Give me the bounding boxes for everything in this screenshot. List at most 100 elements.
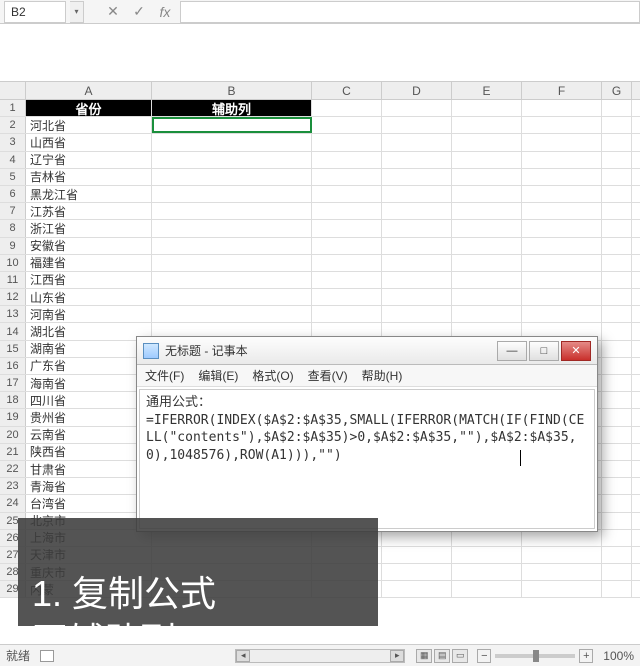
cell[interactable]	[452, 152, 522, 168]
minimize-button[interactable]: —	[497, 341, 527, 361]
row-header[interactable]: 19	[0, 409, 26, 425]
row-header[interactable]: 6	[0, 186, 26, 202]
cell[interactable]	[382, 117, 452, 133]
cell[interactable]	[602, 289, 632, 305]
cell[interactable]	[522, 100, 602, 116]
cell[interactable]	[522, 306, 602, 322]
cell[interactable]	[312, 306, 382, 322]
row-header[interactable]: 8	[0, 220, 26, 236]
cell[interactable]	[382, 100, 452, 116]
fx-icon[interactable]: fx	[156, 4, 174, 20]
row-header[interactable]: 7	[0, 203, 26, 219]
cell[interactable]	[602, 272, 632, 288]
cell[interactable]	[602, 564, 632, 580]
cell[interactable]	[152, 169, 312, 185]
cell[interactable]	[522, 238, 602, 254]
cell[interactable]: 广东省	[26, 358, 152, 374]
formula-input[interactable]	[180, 1, 640, 23]
cell[interactable]	[602, 530, 632, 546]
row-header[interactable]: 16	[0, 358, 26, 374]
horizontal-scrollbar[interactable]: ◂ ▸	[235, 649, 405, 663]
cell[interactable]: 云南省	[26, 427, 152, 443]
zoom-thumb[interactable]	[533, 650, 539, 662]
maximize-button[interactable]: □	[529, 341, 559, 361]
cell[interactable]	[522, 530, 602, 546]
row-header[interactable]: 4	[0, 152, 26, 168]
cell[interactable]	[152, 238, 312, 254]
cell[interactable]	[602, 581, 632, 597]
cell[interactable]	[452, 564, 522, 580]
cell[interactable]	[312, 203, 382, 219]
cell[interactable]: 山东省	[26, 289, 152, 305]
cell[interactable]: 河南省	[26, 306, 152, 322]
cell[interactable]	[312, 238, 382, 254]
cell[interactable]: 陕西省	[26, 444, 152, 460]
row-header[interactable]: 21	[0, 444, 26, 460]
cell[interactable]	[602, 513, 632, 529]
row-header[interactable]: 15	[0, 341, 26, 357]
zoom-slider[interactable]	[495, 654, 575, 658]
cell[interactable]: 辽宁省	[26, 152, 152, 168]
cell[interactable]	[602, 306, 632, 322]
name-box-dropdown[interactable]: ▾	[70, 1, 84, 23]
cell[interactable]: 辅助列	[152, 100, 312, 116]
row-header[interactable]: 17	[0, 375, 26, 391]
cell[interactable]	[152, 306, 312, 322]
cell[interactable]	[602, 117, 632, 133]
cell[interactable]	[152, 203, 312, 219]
cell[interactable]	[312, 100, 382, 116]
cell[interactable]	[602, 100, 632, 116]
cell[interactable]	[152, 134, 312, 150]
cell[interactable]	[152, 255, 312, 271]
view-pagebreak-button[interactable]: ▭	[452, 649, 468, 663]
cell[interactable]	[452, 169, 522, 185]
col-header-D[interactable]: D	[382, 82, 452, 99]
cell[interactable]	[602, 547, 632, 563]
cell[interactable]: 浙江省	[26, 220, 152, 236]
cell[interactable]	[382, 220, 452, 236]
cell[interactable]	[452, 100, 522, 116]
cell[interactable]	[382, 186, 452, 202]
cell[interactable]: 湖南省	[26, 341, 152, 357]
row-header[interactable]: 14	[0, 323, 26, 339]
row-header[interactable]: 20	[0, 427, 26, 443]
cell[interactable]	[152, 289, 312, 305]
cell[interactable]	[152, 152, 312, 168]
cell[interactable]	[452, 220, 522, 236]
cell[interactable]	[522, 152, 602, 168]
cell[interactable]	[312, 272, 382, 288]
menu-format[interactable]: 格式(O)	[252, 367, 293, 384]
cell[interactable]	[382, 289, 452, 305]
scroll-left-arrow[interactable]: ◂	[236, 650, 250, 662]
cell[interactable]	[522, 289, 602, 305]
cell[interactable]	[602, 323, 632, 339]
cell[interactable]	[452, 289, 522, 305]
row-header[interactable]: 24	[0, 495, 26, 511]
cell[interactable]	[602, 409, 632, 425]
cell[interactable]: 青海省	[26, 478, 152, 494]
cell[interactable]	[602, 392, 632, 408]
cell[interactable]	[602, 427, 632, 443]
cell[interactable]	[452, 186, 522, 202]
name-box[interactable]: B2	[4, 1, 66, 23]
active-cell[interactable]	[152, 117, 312, 133]
row-header[interactable]: 5	[0, 169, 26, 185]
cell[interactable]	[152, 220, 312, 236]
notepad-window[interactable]: 无标题 - 记事本 — □ ✕ 文件(F) 编辑(E) 格式(O) 查看(V) …	[136, 336, 598, 532]
row-header[interactable]: 22	[0, 461, 26, 477]
cell[interactable]	[312, 134, 382, 150]
cell[interactable]	[602, 255, 632, 271]
row-header[interactable]: 18	[0, 392, 26, 408]
col-header-C[interactable]: C	[312, 82, 382, 99]
row-header[interactable]: 23	[0, 478, 26, 494]
row-header[interactable]: 2	[0, 117, 26, 133]
cell[interactable]	[602, 375, 632, 391]
accept-icon[interactable]: ✓	[130, 3, 148, 20]
cell[interactable]	[602, 495, 632, 511]
cell[interactable]: 贵州省	[26, 409, 152, 425]
cell[interactable]	[382, 581, 452, 597]
cell[interactable]	[522, 134, 602, 150]
scroll-right-arrow[interactable]: ▸	[390, 650, 404, 662]
cell[interactable]	[152, 186, 312, 202]
cell[interactable]	[312, 255, 382, 271]
